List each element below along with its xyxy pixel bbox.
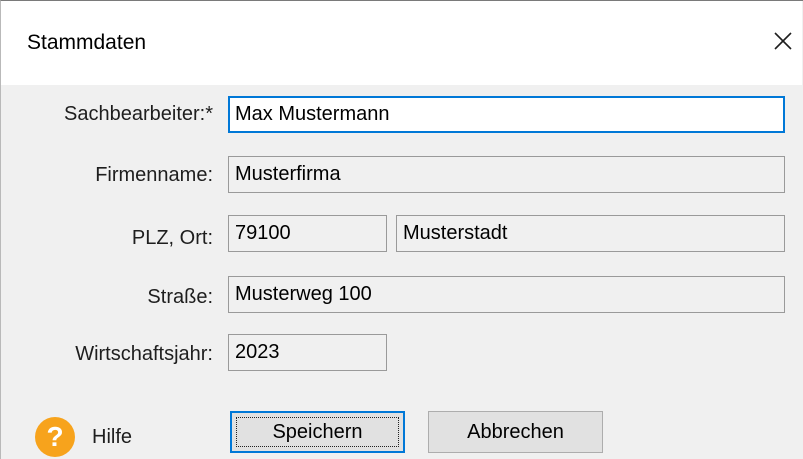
firmenname-label: Firmenname: [95,164,213,186]
plz-input[interactable] [228,215,387,252]
close-icon[interactable] [771,29,795,53]
sachbearbeiter-input[interactable] [228,96,785,133]
help-icon[interactable]: ? [35,417,75,457]
sachbearbeiter-label: Sachbearbeiter:* [64,103,213,125]
window-title: Stammdaten [27,31,147,54]
wirtschaftsjahr-input[interactable] [228,334,387,371]
stammdaten-dialog: Stammdaten Sachbearbeiter:* Firmenname: … [0,0,803,459]
save-button-label: Speichern [272,421,363,443]
cancel-button-label: Abbrechen [467,421,564,443]
firmenname-input[interactable] [228,156,785,193]
save-button[interactable]: Speichern [230,411,405,453]
plz-ort-label: PLZ, Ort: [131,227,213,249]
help-link[interactable]: Hilfe [92,426,132,449]
ort-input[interactable] [396,215,785,252]
cancel-button[interactable]: Abbrechen [428,411,603,453]
title-bar: Stammdaten [1,1,802,85]
strasse-label: Straße: [147,286,213,308]
strasse-input[interactable] [228,276,785,313]
wirtschaftsjahr-label: Wirtschaftsjahr: [75,343,213,365]
